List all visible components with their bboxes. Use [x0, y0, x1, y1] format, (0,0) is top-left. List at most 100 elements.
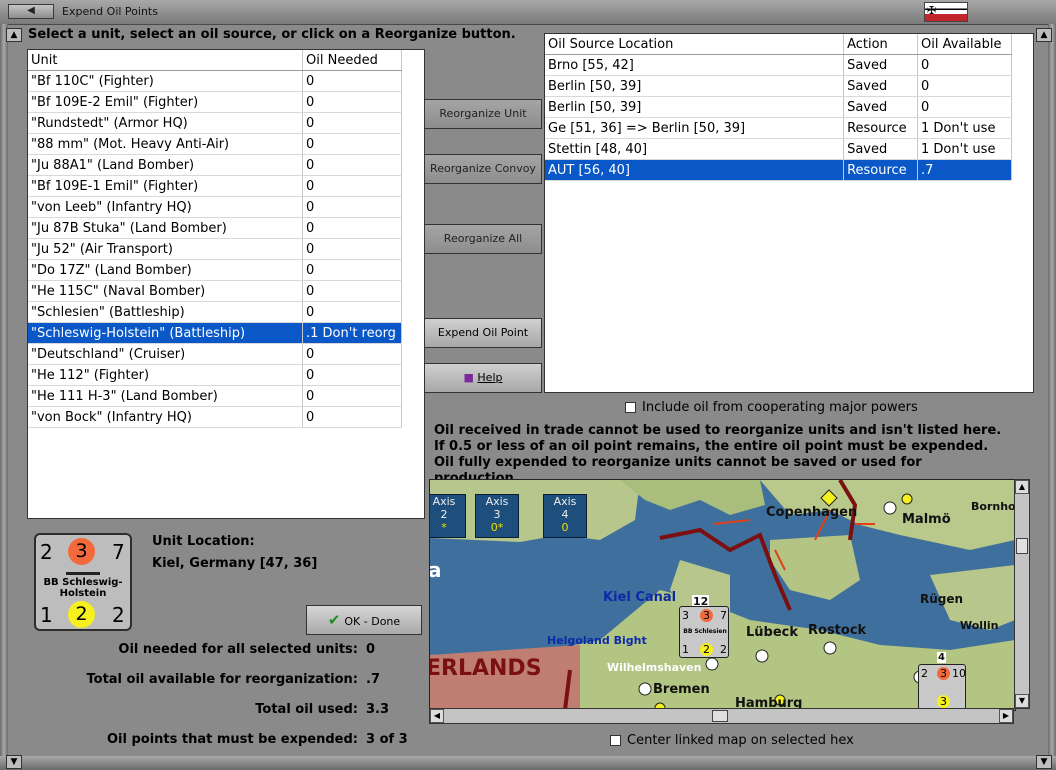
oil-source-row[interactable]: Berlin [50, 39] Saved 0: [545, 96, 1012, 118]
title-bar: ◀ Expend Oil Points ✠: [0, 0, 1056, 25]
oil-source-row[interactable]: Brno [55, 42] Saved 0: [545, 54, 1012, 76]
column-header-oil-available[interactable]: Oil Available: [917, 34, 1012, 55]
axis-box-label: Axis: [485, 495, 509, 508]
map-counter-tl: 3: [682, 609, 689, 622]
help-label: Help: [477, 371, 503, 384]
unit-row[interactable]: "von Bock" (Infantry HQ) 0: [28, 406, 402, 428]
stat-oil-needed-value: 0: [366, 642, 376, 657]
unit-row[interactable]: "He 115C" (Naval Bomber) 0: [28, 280, 402, 302]
ok-done-button[interactable]: ✔ OK - Done: [306, 605, 422, 635]
oil-needed-cell: 0: [302, 406, 402, 428]
unit-row[interactable]: "von Leeb" (Infantry HQ) 0: [28, 196, 402, 218]
oil-needed-cell: 0: [302, 196, 402, 218]
location-cell: Berlin [50, 39]: [545, 75, 845, 97]
axis-box-sub: *: [441, 521, 447, 534]
help-book-icon: ■: [463, 371, 474, 384]
scroll-right-arrow-icon[interactable]: ▶: [999, 709, 1013, 723]
column-header-location[interactable]: Oil Source Location: [545, 34, 845, 55]
map-label-rugen: Rügen: [920, 592, 964, 606]
action-cell: Saved: [843, 75, 919, 97]
unit-row[interactable]: "He 112" (Fighter) 0: [28, 364, 402, 386]
reorganize-unit-button[interactable]: Reorganize Unit: [424, 99, 542, 129]
oil-needed-cell: 0: [302, 112, 402, 134]
oil-needed-cell: 0: [302, 175, 402, 197]
scroll-down-arrow-icon[interactable]: ▼: [1015, 694, 1029, 708]
unit-row[interactable]: "Bf 109E-1 Emil" (Fighter) 0: [28, 175, 402, 197]
expend-oil-point-button[interactable]: Expend Oil Point: [424, 318, 542, 348]
unit-name-cell: "Bf 109E-2 Emil" (Fighter): [28, 91, 304, 113]
stat-total-available-value: .7: [366, 672, 380, 687]
map-counter2-tm: 3: [937, 667, 950, 680]
column-header-action[interactable]: Action: [843, 34, 919, 55]
unit-row[interactable]: "Do 17Z" (Land Bomber) 0: [28, 259, 402, 281]
map-label-helgoland: Helgoland Bight: [547, 634, 647, 647]
oil-source-row[interactable]: Berlin [50, 39] Saved 0: [545, 75, 1012, 97]
axis-box-num: 4: [561, 508, 569, 521]
map-hscroll-thumb[interactable]: [712, 710, 728, 722]
linked-map[interactable]: Axis 2 * Axis 3 0* Axis 4 0 Copenhagen M…: [429, 479, 1016, 711]
axis-box-label: Axis: [553, 495, 577, 508]
map-vertical-scrollbar[interactable]: ▲ ▼: [1014, 479, 1030, 709]
oil-available-cell: 0: [917, 96, 1012, 118]
reorganize-convoy-button[interactable]: Reorganize Convoy: [424, 154, 542, 184]
center-map-checkbox[interactable]: [610, 735, 621, 746]
include-coop-checkbox[interactable]: [625, 402, 636, 413]
oil-needed-cell: 0: [302, 385, 402, 407]
frame-bottom: [0, 756, 1056, 770]
map-unit-counter[interactable]: 3 3 7 BB Schlesien 1 2 2: [679, 606, 729, 658]
action-cell: Resource: [843, 117, 919, 139]
axis-box-2[interactable]: Axis 2 *: [430, 494, 466, 538]
oil-source-row[interactable]: Stettin [48, 40] Saved 1 Don't use: [545, 138, 1012, 160]
unit-row[interactable]: "Rundstedt" (Armor HQ) 0: [28, 112, 402, 134]
action-cell: Resource: [843, 159, 919, 181]
oil-sources-list[interactable]: Oil Source Location Action Oil Available…: [544, 33, 1034, 393]
unit-name-cell: "He 111 H-3" (Land Bomber): [28, 385, 304, 407]
stat-total-used-label: Total oil used:: [255, 702, 358, 717]
unit-row[interactable]: "He 111 H-3" (Land Bomber) 0: [28, 385, 402, 407]
unit-row[interactable]: "Bf 109E-2 Emil" (Fighter) 0: [28, 91, 402, 113]
help-button[interactable]: ■ Help: [424, 363, 542, 393]
window-menu-button[interactable]: ◀: [8, 4, 54, 19]
unit-row[interactable]: "88 mm" (Mot. Heavy Anti-Air) 0: [28, 133, 402, 155]
column-header-oil-needed[interactable]: Oil Needed: [302, 50, 402, 71]
unit-row[interactable]: "Ju 88A1" (Land Bomber) 0: [28, 154, 402, 176]
unit-row[interactable]: "Bf 110C" (Fighter) 0: [28, 70, 402, 92]
map-counter-tr: 7: [720, 609, 727, 622]
map-counter-name: BB Schlesien: [683, 628, 727, 635]
map-unit-counter-2[interactable]: 2 3 10 3: [918, 664, 966, 710]
stat-total-used-value: 3.3: [366, 702, 390, 717]
map-horizontal-scrollbar[interactable]: ◀ ▶: [429, 708, 1014, 724]
map-vscroll-thumb[interactable]: [1016, 538, 1028, 554]
ok-done-label: OK - Done: [344, 615, 401, 628]
corner-arrow-icon: ▼: [1036, 755, 1052, 769]
center-map-label[interactable]: Center linked map on selected hex: [627, 733, 854, 748]
oil-source-row[interactable]: Ge [51, 36] => Berlin [50, 39] Resource 1 …: [545, 117, 1012, 139]
counter-bot-mid: 2: [68, 601, 95, 628]
counter-top-left: 2: [40, 540, 53, 564]
stat-oil-needed-label: Oil needed for all selected units:: [118, 642, 358, 657]
unit-row[interactable]: "Deutschland" (Cruiser) 0: [28, 343, 402, 365]
axis-box-4[interactable]: Axis 4 0: [543, 494, 587, 538]
oil-rules-note: Oil received in trade cannot be used to …: [434, 423, 1002, 486]
reorganize-all-button[interactable]: Reorganize All: [424, 224, 542, 254]
scroll-up-arrow-icon[interactable]: ▲: [1015, 480, 1029, 494]
unit-name-cell: "He 112" (Fighter): [28, 364, 304, 386]
unit-row[interactable]: "Ju 87B Stuka" (Land Bomber) 0: [28, 217, 402, 239]
corner-arrow-icon: ▲: [6, 28, 22, 42]
unit-row[interactable]: "Ju 52" (Air Transport) 0: [28, 238, 402, 260]
map-label-wilhelmshaven: Wilhelmshaven: [607, 661, 702, 674]
axis-box-num: 2: [440, 508, 448, 521]
oil-needed-cell: 0: [302, 154, 402, 176]
units-list[interactable]: Unit Oil Needed "Bf 110C" (Fighter) 0 "Bf …: [27, 49, 425, 519]
unit-row[interactable]: "Schlesien" (Battleship) 0: [28, 301, 402, 323]
scroll-left-arrow-icon[interactable]: ◀: [430, 709, 444, 723]
include-coop-label[interactable]: Include oil from cooperating major power…: [642, 400, 918, 415]
oil-source-row[interactable]: AUT [56, 40] Resource .7: [545, 159, 1012, 181]
axis-box-3[interactable]: Axis 3 0*: [475, 494, 519, 538]
unit-name-cell: "Bf 110C" (Fighter): [28, 70, 304, 92]
location-cell: Stettin [48, 40]: [545, 138, 845, 160]
unit-row[interactable]: "Schleswig-Holstein" (Battleship) .1 Don'…: [28, 322, 402, 344]
unit-counter: 2 3 7 BB Schleswig-Holstein 1 2 2: [34, 533, 132, 631]
unit-name-cell: "Schlesien" (Battleship): [28, 301, 304, 323]
column-header-unit[interactable]: Unit: [28, 50, 304, 71]
